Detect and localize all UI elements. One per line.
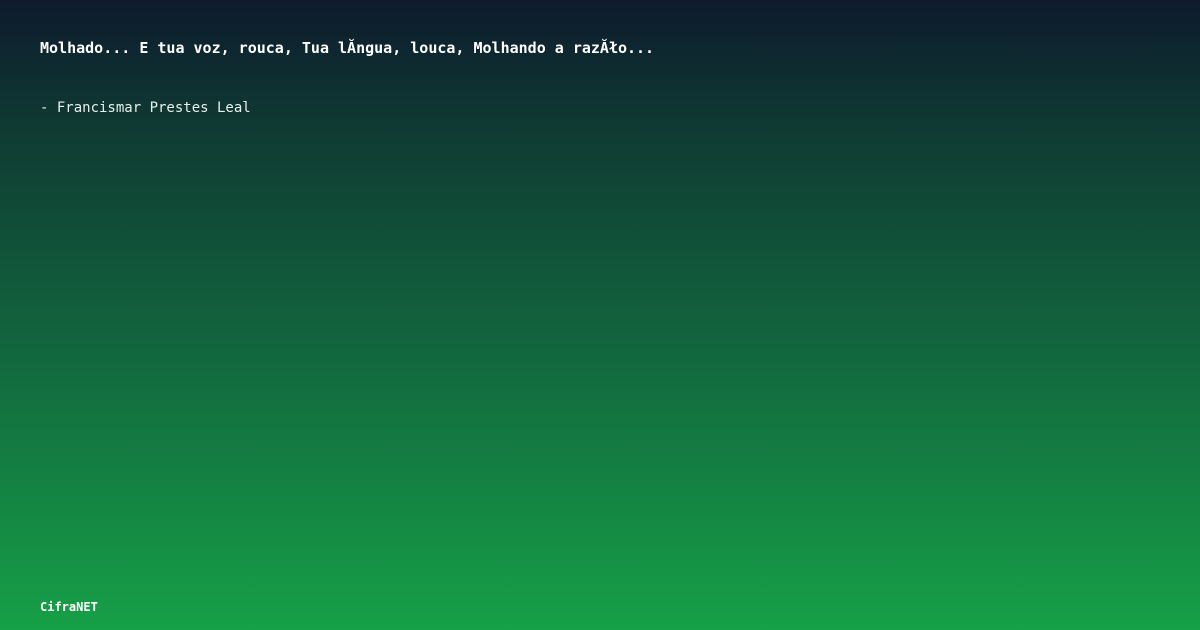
quote-author: - Francismar Prestes Leal — [40, 100, 251, 116]
brand-label: CifraNET — [40, 600, 98, 614]
quote-card: Molhado... E tua voz, rouca, Tua lĂ­ngua… — [0, 0, 1200, 630]
quote-text: Molhado... E tua voz, rouca, Tua lĂ­ngua… — [40, 39, 655, 57]
